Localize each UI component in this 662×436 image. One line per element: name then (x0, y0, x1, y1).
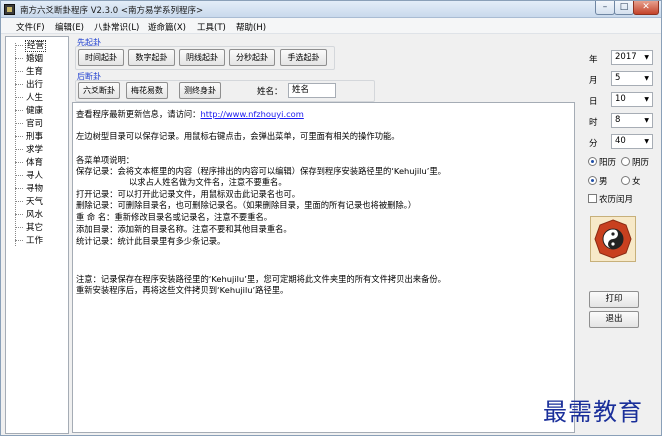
manual-divination-button[interactable]: 手选起卦 (280, 49, 327, 66)
plum-blossom-button[interactable]: 梅花易数 (126, 82, 168, 99)
lunar-radio[interactable] (621, 157, 630, 166)
six-yao-button[interactable]: 六爻断卦 (78, 82, 120, 99)
tree-item-lawsuit[interactable]: 官司 (15, 117, 43, 130)
hour-label: 时 (589, 118, 598, 128)
tree-item-birth[interactable]: 生育 (15, 65, 43, 78)
tree-item-life[interactable]: 人生 (15, 91, 43, 104)
year-value: 2017 (615, 52, 637, 62)
text-line: 重新安装程序后，再将这些文件拷贝到‘Kehujilu’路径里。 (76, 285, 289, 295)
number-divination-button[interactable]: 数字起卦 (128, 49, 175, 66)
lifetime-divination-button[interactable]: 测终身卦 (179, 82, 221, 99)
day-label: 日 (589, 97, 598, 107)
tree-item-travel[interactable]: 出行 (15, 78, 43, 91)
text-line: 统计记录：统计此目录里有多少条记录。 (76, 236, 226, 246)
menu-file[interactable]: 文件(F) (16, 21, 45, 33)
tree-item-weather[interactable]: 天气 (15, 195, 43, 208)
name-input[interactable]: 姓名 (288, 83, 336, 98)
menu-fate[interactable]: 遊命篇(X) (148, 21, 186, 33)
text-line: 重 命 名：重新修改目录名或记录名，注意不要重名。 (76, 212, 273, 222)
dropdown-arrow-icon: ▼ (644, 96, 649, 103)
watermark: 最需教育 (543, 398, 643, 426)
yin-line-divination-button[interactable]: 阴线起卦 (179, 49, 225, 66)
female-label: 女 (632, 177, 641, 187)
name-label: 姓名： (257, 87, 283, 97)
tree-item-study[interactable]: 求学 (15, 143, 43, 156)
tree-item-health[interactable]: 健康 (15, 104, 43, 117)
app-window: 南方六爻断卦程序 V2.3.0 <南方易学系列程序> – □ ✕ 文件(F) 编… (0, 0, 662, 436)
menu-help[interactable]: 帮助(H) (236, 21, 266, 33)
app-icon (4, 4, 15, 15)
year-label: 年 (589, 55, 598, 65)
website-link[interactable]: http://www.nfzhouyi.com (200, 109, 303, 119)
print-button[interactable]: 打印 (589, 291, 639, 308)
menu-edit[interactable]: 编辑(E) (55, 21, 84, 33)
hour-value: 8 (615, 115, 621, 125)
minimize-button[interactable]: – (595, 1, 615, 15)
leap-month-label: 农历闰月 (599, 195, 634, 205)
update-info-line: 查看程序最新更新信息，请访问：http://www.nfzhouyi.com (76, 108, 304, 120)
minute-label: 分 (589, 139, 598, 149)
month-select[interactable]: 5 ▼ (611, 71, 653, 86)
leap-month-checkbox[interactable] (588, 194, 597, 203)
solar-radio[interactable] (588, 157, 597, 166)
tree-item-find-object[interactable]: 寻物 (15, 182, 43, 195)
text-line: 添加目录：添加新的目录名称。注意不要和其他目录重名。 (76, 224, 292, 234)
maximize-button[interactable]: □ (614, 1, 634, 15)
dropdown-arrow-icon: ▼ (644, 75, 649, 82)
text-line: 左边树型目录可以保存记录。用鼠标右键点击，会弹出菜单，可里面有相关的操作功能。 (76, 131, 400, 141)
minute-value: 40 (615, 136, 626, 146)
female-radio[interactable] (621, 176, 630, 185)
text-line: 删除记录：可删除目录名，也可删除记录名。（如果删除目录，里面的所有记录也将被删除… (76, 200, 417, 210)
lunar-label: 阴历 (632, 158, 650, 168)
title-bar: 南方六爻断卦程序 V2.3.0 <南方易学系列程序> – □ ✕ (1, 1, 661, 18)
tree-item-work[interactable]: 工作 (15, 234, 43, 247)
tree-item-find-person[interactable]: 寻人 (15, 169, 43, 182)
tree-item-criminal[interactable]: 刑事 (15, 130, 43, 143)
hour-select[interactable]: 8 ▼ (611, 113, 653, 128)
day-value: 10 (615, 94, 626, 104)
exit-button[interactable]: 退出 (589, 311, 639, 328)
time-divination-button[interactable]: 时间起卦 (78, 49, 124, 66)
close-button[interactable]: ✕ (633, 1, 659, 15)
bagua-yin-yang-icon (590, 216, 636, 262)
tree-item-business[interactable]: 经营 (15, 39, 47, 52)
update-info-text: 查看程序最新更新信息，请访问： (76, 109, 201, 119)
dropdown-arrow-icon: ▼ (644, 117, 649, 124)
tree-item-marriage[interactable]: 婚姻 (15, 52, 43, 65)
menu-bar: 文件(F) 编辑(E) 八卦常识(L) 遊命篇(X) 工具(T) 帮助(H) (1, 18, 661, 34)
window-title: 南方六爻断卦程序 V2.3.0 <南方易学系列程序> (20, 6, 204, 16)
minute-select[interactable]: 40 ▼ (611, 134, 653, 149)
record-tree[interactable]: 经营 婚姻 生育 出行 人生 健康 官司 刑事 求学 体育 寻人 寻物 天气 风… (5, 36, 69, 434)
day-select[interactable]: 10 ▼ (611, 92, 653, 107)
male-label: 男 (599, 177, 608, 187)
tree-item-sports[interactable]: 体育 (15, 156, 43, 169)
year-select[interactable]: 2017 ▼ (611, 50, 653, 65)
month-label: 月 (589, 76, 598, 86)
text-line: 以求占人姓名做为文件名，注意不要重名。 (129, 177, 287, 187)
month-value: 5 (615, 73, 621, 83)
tree-item-other[interactable]: 其它 (15, 221, 43, 234)
result-text-area[interactable]: 查看程序最新更新信息，请访问：http://www.nfzhouyi.com 左… (72, 102, 575, 433)
menu-bagua-knowledge[interactable]: 八卦常识(L) (94, 21, 139, 33)
minute-second-divination-button[interactable]: 分秒起卦 (229, 49, 275, 66)
dropdown-arrow-icon: ▼ (644, 54, 649, 61)
solar-label: 阳历 (599, 158, 617, 168)
menu-tools[interactable]: 工具(T) (197, 21, 226, 33)
tree-item-fengshui[interactable]: 风水 (15, 208, 43, 221)
dropdown-arrow-icon: ▼ (644, 138, 649, 145)
male-radio[interactable] (588, 176, 597, 185)
